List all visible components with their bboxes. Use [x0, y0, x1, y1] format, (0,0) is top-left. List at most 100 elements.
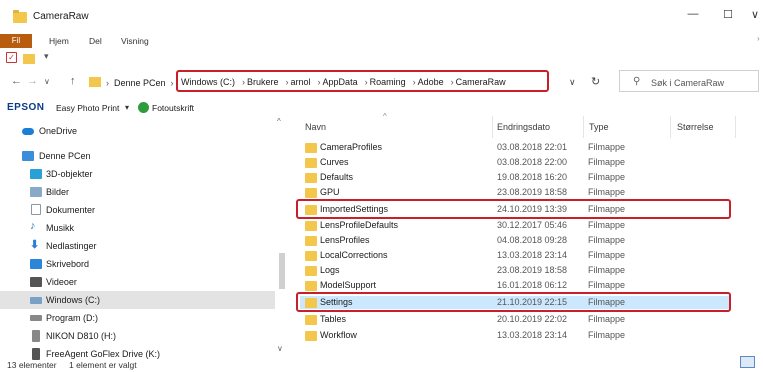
breadcrumb-separator: › [242, 77, 246, 87]
column-divider[interactable] [735, 116, 736, 138]
breadcrumb-item[interactable]: Denne PCen [114, 78, 166, 88]
tab-del[interactable]: Del [89, 36, 102, 46]
close-button[interactable]: ∨ [745, 8, 763, 21]
recent-locations-button[interactable]: ∨ [44, 77, 50, 86]
up-button[interactable]: ↑ [70, 75, 76, 87]
column-divider[interactable] [670, 116, 671, 138]
nav-item-label: Musikk [46, 223, 75, 233]
nav-item-program-d[interactable]: Program (D:) [0, 309, 275, 327]
nav-item-dokumenter[interactable]: Dokumenter [0, 201, 275, 219]
column-divider[interactable] [492, 116, 493, 138]
breadcrumb-item[interactable]: Roaming [370, 77, 406, 87]
tab-fil[interactable]: Fil [0, 34, 32, 48]
nav-item-3d-objekter[interactable]: 3D-objekter [0, 165, 275, 183]
breadcrumb-item[interactable]: CameraRaw [456, 77, 506, 87]
nav-item-label: OneDrive [39, 126, 78, 136]
breadcrumb-item[interactable]: AppData [323, 77, 358, 87]
nav-item-musikk[interactable]: ♪ Musikk [0, 219, 275, 237]
details-view-icon[interactable] [740, 356, 755, 368]
column-header-name[interactable]: Navn [305, 122, 326, 132]
customize-quick-access-button[interactable]: ▾ [44, 51, 49, 63]
file-row[interactable]: Workflow 13.03.2018 23:14 Filmappe [300, 329, 730, 342]
new-folder-icon[interactable] [23, 54, 35, 64]
nav-item-label: Bilder [46, 187, 70, 197]
file-date: 23.08.2019 18:58 [497, 187, 568, 197]
nav-item-label: NIKON D810 (H:) [46, 331, 117, 341]
tab-hjem[interactable]: Hjem [49, 36, 69, 46]
nav-item-videoer[interactable]: Videoer [0, 273, 275, 291]
file-row[interactable]: Logs 23.08.2019 18:58 Filmappe [300, 264, 730, 277]
breadcrumb-separator: › [450, 77, 454, 87]
video-icon [30, 277, 42, 287]
address-dropdown-button[interactable]: ∨ [569, 77, 576, 88]
nav-item-denne-pcen[interactable]: Denne PCen [0, 147, 275, 165]
nav-item-nikon-d810[interactable]: NIKON D810 (H:) [0, 327, 275, 345]
file-name: GPU [320, 187, 340, 197]
file-date: 03.08.2018 22:00 [497, 157, 568, 167]
file-row[interactable]: CameraProfiles 03.08.2018 22:01 Filmappe [300, 141, 730, 154]
breadcrumb-prefix[interactable]: › Denne PCen › [106, 78, 174, 88]
folder-icon [305, 143, 317, 153]
file-row[interactable]: Defaults 19.08.2018 16:20 Filmappe [300, 171, 730, 184]
file-type: Filmappe [588, 250, 626, 260]
column-header-date[interactable]: Endringsdato [497, 122, 550, 132]
nav-scroll-up-button[interactable]: ^ [277, 117, 281, 126]
breadcrumb-separator: › [106, 78, 109, 88]
file-row[interactable]: Curves 03.08.2018 22:00 Filmappe [300, 156, 730, 169]
file-type: Filmappe [588, 172, 626, 182]
nav-item-label: FreeAgent GoFlex Drive (K:) [46, 349, 161, 359]
column-header-size[interactable]: Størrelse [677, 122, 714, 132]
settings-highlight-box [296, 292, 731, 312]
file-date: 03.08.2018 22:01 [497, 142, 568, 152]
file-row[interactable]: LensProfileDefaults 30.12.2017 05:46 Fil… [300, 219, 730, 232]
minimize-button[interactable]: — [683, 8, 703, 20]
file-date: 19.08.2018 16:20 [497, 172, 568, 182]
file-name: Logs [320, 265, 340, 275]
nav-item-label: Denne PCen [39, 151, 91, 161]
properties-icon[interactable]: ✓ [6, 52, 17, 63]
nav-item-label: Program (D:) [46, 313, 99, 323]
file-type: Filmappe [588, 265, 626, 275]
folder-icon [305, 221, 317, 231]
usb-drive-icon [32, 348, 40, 360]
tab-visning[interactable]: Visning [121, 36, 149, 46]
file-name: LensProfiles [320, 235, 370, 245]
folder-icon [13, 10, 27, 23]
breadcrumb-item[interactable]: arnol [291, 77, 311, 87]
file-row[interactable]: Tables 20.10.2019 22:02 Filmappe [300, 313, 730, 326]
breadcrumb-item[interactable]: Windows (C:) [181, 77, 235, 87]
folder-icon [305, 251, 317, 261]
nav-item-skrivebord[interactable]: Skrivebord [0, 255, 275, 273]
forward-button[interactable]: → [27, 75, 38, 87]
breadcrumb[interactable]: Windows (C:) › Brukere › arnol › AppData › Roami… [181, 77, 508, 87]
refresh-button[interactable]: ↻ [591, 75, 600, 88]
nav-item-label: Nedlastinger [46, 241, 97, 251]
file-date: 04.08.2018 09:28 [497, 235, 568, 245]
column-divider[interactable] [583, 116, 584, 138]
nav-item-windows-c[interactable]: Windows (C:) [0, 291, 275, 309]
maximize-button[interactable]: ☐ [718, 8, 738, 21]
file-type: Filmappe [588, 235, 626, 245]
file-row[interactable]: LensProfiles 04.08.2018 09:28 Filmappe [300, 234, 730, 247]
nav-item-bilder[interactable]: Bilder [0, 183, 275, 201]
breadcrumb-item[interactable]: Adobe [418, 77, 444, 87]
nav-item-nedlastinger[interactable]: ⬇ Nedlastinger [0, 237, 275, 255]
nav-scrollbar-thumb[interactable] [279, 253, 285, 289]
folder-icon [305, 315, 317, 325]
back-button[interactable]: ← [11, 75, 22, 87]
file-type: Filmappe [588, 314, 626, 324]
breadcrumb-item[interactable]: Brukere [247, 77, 279, 87]
epson-logo: EPSON [7, 102, 45, 113]
file-row[interactable]: LocalCorrections 13.03.2018 23:14 Filmap… [300, 249, 730, 262]
file-row[interactable]: GPU 23.08.2019 18:58 Filmappe [300, 186, 730, 199]
file-date: 13.03.2018 23:14 [497, 330, 568, 340]
easy-photo-print-button[interactable]: Easy Photo Print [56, 103, 119, 113]
ribbon-expand-icon[interactable]: › [757, 34, 760, 43]
window-title: CameraRaw [33, 11, 89, 22]
nav-scroll-down-button[interactable]: ∨ [277, 344, 283, 353]
file-row[interactable]: ModelSupport 16.01.2018 06:12 Filmappe [300, 279, 730, 292]
easy-photo-print-dropdown[interactable]: ▾ [125, 103, 129, 112]
column-header-type[interactable]: Type [589, 122, 609, 132]
fotoutskrift-button[interactable]: Fotoutskrift [152, 103, 194, 113]
nav-item-onedrive[interactable]: OneDrive [0, 122, 275, 140]
